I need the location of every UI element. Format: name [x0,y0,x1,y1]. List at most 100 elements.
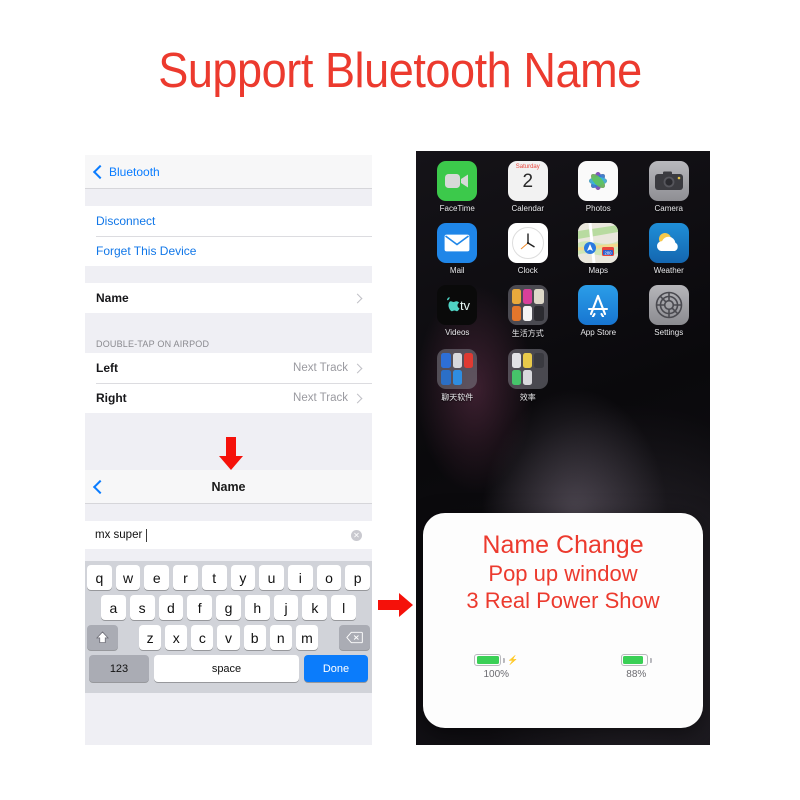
page-title: Support Bluetooth Name [158,44,642,98]
space-key[interactable]: space [154,655,299,682]
disconnect-label: Disconnect [96,214,156,228]
chevron-right-icon [352,293,363,303]
app-folder-chat[interactable]: 聊天软件 [422,349,493,403]
settings-gear-icon [648,285,689,325]
name-screen-title: Name [211,479,246,494]
key-q[interactable]: q [86,565,112,590]
back-button-label: Bluetooth [109,164,160,179]
app-camera[interactable]: Camera [634,161,705,213]
key-k[interactable]: k [302,595,328,620]
name-row[interactable]: Name [85,283,372,313]
shift-key[interactable] [87,625,118,650]
section-spacer [85,266,372,283]
battery-indicator: ⚡ [474,654,518,666]
key-o[interactable]: o [316,565,342,590]
back-button-bluetooth[interactable]: Bluetooth [92,164,160,179]
keyboard-row-1: q w e r t y u i o p [86,565,371,590]
key-s[interactable]: s [129,595,155,620]
battery-right: 88% [621,654,652,680]
key-y[interactable]: y [230,565,256,590]
folder-mini-app [523,353,533,368]
numeric-key[interactable]: 123 [89,655,149,682]
key-z[interactable]: z [139,625,162,650]
forget-device-row[interactable]: Forget This Device [85,236,372,266]
key-m[interactable]: m [295,625,318,650]
app-label: Videos [445,328,470,337]
key-g[interactable]: g [216,595,241,620]
folder-mini-app [464,370,473,385]
section-spacer [85,504,372,521]
keyboard-spacer [322,625,335,650]
key-t[interactable]: t [201,565,227,590]
key-d[interactable]: d [158,595,184,620]
calendar-weekday: Saturday [515,164,540,170]
photos-icon [578,161,619,201]
battery-percent: 100% [483,669,510,680]
section-spacer [85,413,372,439]
folder-mini-app [441,353,451,368]
app-label: Weather [653,266,684,275]
folder-mini-app [452,370,462,385]
backspace-icon [346,631,363,644]
keyboard-row-4: 123 space Done [87,655,370,682]
key-u[interactable]: u [259,565,284,590]
app-mail[interactable]: Mail [422,223,493,275]
left-airpod-row[interactable]: Left Next Track [85,353,372,383]
key-c[interactable]: c [191,625,214,650]
app-label: Settings [654,328,684,337]
app-maps[interactable]: 280 Maps [563,223,634,275]
disconnect-row[interactable]: Disconnect [85,206,372,236]
svg-text:280: 280 [605,250,613,255]
key-e[interactable]: e [144,565,170,590]
folder-mini-app [511,370,522,385]
folder-mini-app [511,306,522,321]
calendar-icon: Saturday 2 [507,161,548,201]
folder-mini-app [534,306,544,321]
key-f[interactable]: f [187,595,213,620]
nav-bar: Bluetooth [85,155,372,189]
keyboard-row-3: z x c v b n m [87,625,370,650]
app-folder-lifestyle[interactable]: 生活方式 [493,285,564,339]
name-input[interactable]: mx super ✕ [85,521,372,549]
done-key[interactable]: Done [304,655,368,682]
popup-line-3: 3 Real Power Show [466,588,660,613]
chevron-right-icon [352,393,363,403]
key-i[interactable]: i [287,565,313,590]
calendar-day: 2 [522,171,534,192]
clear-circle-icon[interactable]: ✕ [351,529,362,541]
folder-mini-app [534,353,544,368]
folder-mini-app [441,370,451,385]
app-settings[interactable]: Settings [634,285,705,339]
app-app-store[interactable]: App Store [563,285,634,339]
app-folder-productivity[interactable]: 效率 [493,349,564,403]
key-a[interactable]: a [100,595,126,620]
key-h[interactable]: h [244,595,270,620]
folder-mini-app [523,289,533,304]
key-p[interactable]: p [345,565,371,590]
app-label: Mail [449,266,465,275]
key-n[interactable]: n [269,625,292,650]
key-x[interactable]: x [165,625,188,650]
name-input-value: mx super [95,529,143,541]
app-label: App Store [580,328,617,337]
app-clock[interactable]: Clock [493,223,564,275]
right-airpod-row[interactable]: Right Next Track [85,383,372,413]
app-photos[interactable]: Photos [563,161,634,213]
app-videos[interactable]: tv Videos [422,285,493,339]
key-v[interactable]: v [217,625,240,650]
weather-icon [648,223,689,263]
key-w[interactable]: w [115,565,141,590]
key-l[interactable]: l [331,595,357,620]
app-facetime[interactable]: FaceTime [422,161,493,213]
key-b[interactable]: b [243,625,266,650]
key-j[interactable]: j [273,595,299,620]
folder-mini-app [463,353,474,368]
backspace-key[interactable] [338,625,370,650]
arrow-right-icon [378,593,413,617]
arrow-down-icon [219,437,243,470]
back-button-name[interactable] [92,479,108,494]
keyboard-spacer [122,625,135,650]
app-calendar[interactable]: Saturday 2 Calendar [493,161,564,213]
key-r[interactable]: r [173,565,198,590]
app-weather[interactable]: Weather [634,223,705,275]
